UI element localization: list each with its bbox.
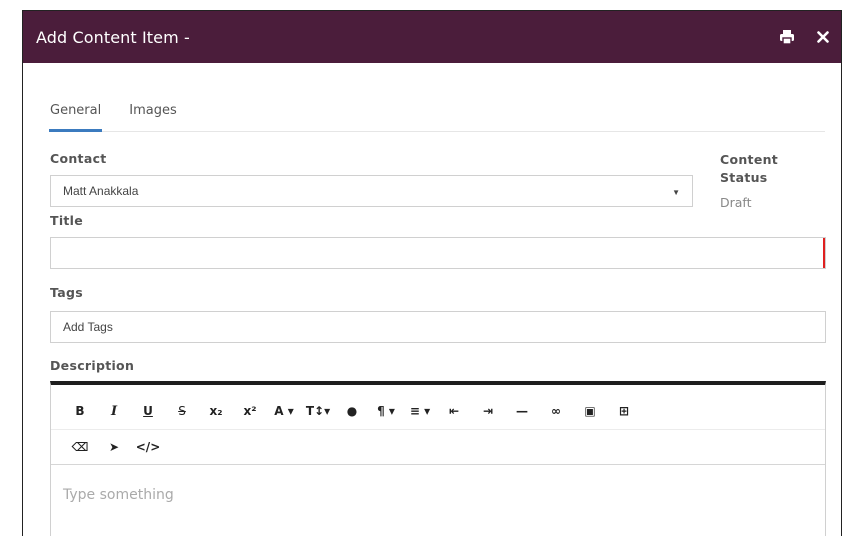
underline-icon[interactable]: U bbox=[131, 404, 165, 418]
editor-placeholder[interactable]: Type something bbox=[51, 465, 825, 525]
outdent-icon[interactable]: ⇤ bbox=[437, 404, 471, 418]
strikethrough-icon[interactable]: S bbox=[165, 404, 199, 418]
modal-header: Add Content Item - bbox=[23, 11, 841, 63]
print-icon[interactable] bbox=[779, 29, 795, 45]
editor-toolbar-row2: ⌫ ➤ </> bbox=[51, 430, 825, 465]
add-content-modal: Add Content Item - General Images Contac… bbox=[22, 10, 842, 536]
horizontal-line-icon[interactable]: — bbox=[505, 404, 539, 418]
contact-label: Contact bbox=[50, 151, 107, 166]
chevron-down-icon: ▼ bbox=[672, 188, 680, 197]
modal-title: Add Content Item - bbox=[36, 27, 190, 47]
required-indicator bbox=[823, 238, 825, 268]
bold-icon[interactable]: B bbox=[63, 404, 97, 418]
indent-icon[interactable]: ⇥ bbox=[471, 404, 505, 418]
close-icon[interactable] bbox=[817, 31, 829, 43]
eraser-icon[interactable]: ⌫ bbox=[63, 440, 97, 454]
description-label: Description bbox=[50, 358, 135, 373]
tab-general[interactable]: General bbox=[49, 103, 103, 132]
table-icon[interactable]: ⊞ bbox=[607, 404, 641, 418]
superscript-icon[interactable]: x² bbox=[233, 404, 267, 418]
tab-bar: General Images bbox=[49, 103, 825, 132]
font-family-icon[interactable]: A ▾ bbox=[267, 404, 301, 418]
content-status-label: Content Status bbox=[720, 152, 779, 185]
rich-text-editor: B I U S x₂ x² A ▾ T↕▾ ● ¶ ▾ ≡ ▾ ⇤ ⇥ — ∞ … bbox=[50, 381, 826, 536]
align-icon[interactable]: ≡ ▾ bbox=[403, 404, 437, 418]
tags-placeholder: Add Tags bbox=[63, 320, 113, 334]
title-label: Title bbox=[50, 213, 84, 228]
link-icon[interactable]: ∞ bbox=[539, 404, 573, 418]
editor-toolbar-row1: B I U S x₂ x² A ▾ T↕▾ ● ¶ ▾ ≡ ▾ ⇤ ⇥ — ∞ … bbox=[51, 393, 825, 430]
image-icon[interactable]: ▣ bbox=[573, 404, 607, 418]
tags-input[interactable]: Add Tags bbox=[50, 311, 826, 343]
content-status-value: Draft bbox=[720, 195, 752, 210]
cursor-icon[interactable]: ➤ bbox=[97, 440, 131, 454]
contact-select-value: Matt Anakkala bbox=[63, 184, 139, 198]
paragraph-format-icon[interactable]: ¶ ▾ bbox=[369, 404, 403, 418]
code-view-icon[interactable]: </> bbox=[131, 440, 165, 454]
tags-label: Tags bbox=[50, 285, 83, 300]
font-size-icon[interactable]: T↕▾ bbox=[301, 404, 335, 418]
tab-images[interactable]: Images bbox=[128, 103, 178, 131]
color-icon[interactable]: ● bbox=[335, 404, 369, 418]
contact-select[interactable]: Matt Anakkala ▼ bbox=[50, 175, 693, 207]
subscript-icon[interactable]: x₂ bbox=[199, 404, 233, 418]
title-input[interactable] bbox=[50, 237, 826, 269]
italic-icon[interactable]: I bbox=[97, 404, 131, 419]
